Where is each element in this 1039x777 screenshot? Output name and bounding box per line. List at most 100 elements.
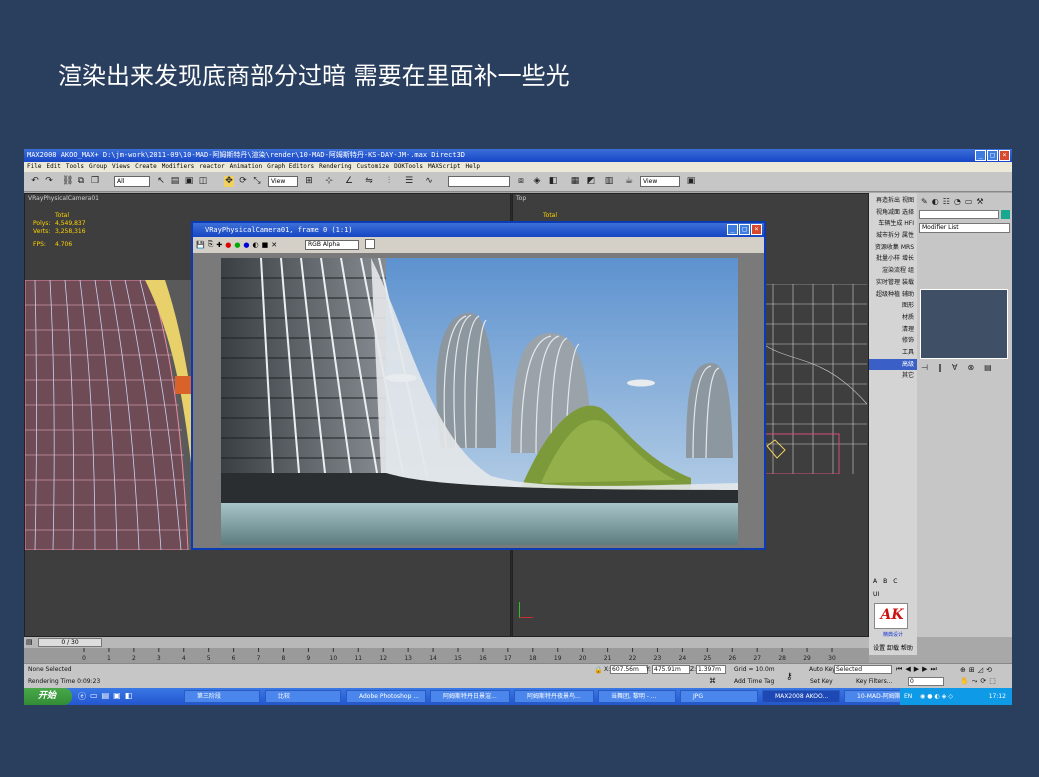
region-select-icon[interactable]: ▣ <box>184 176 194 187</box>
remove-modifier-icon[interactable]: ⊗ <box>967 363 974 372</box>
zoom-icon[interactable]: ⊕ <box>960 666 966 674</box>
selection-filter-dropdown[interactable]: All <box>114 176 150 187</box>
object-color-swatch[interactable] <box>1001 210 1010 219</box>
menu-graph-editors[interactable]: Graph Editors <box>267 162 314 172</box>
reference-coordinate-dropdown[interactable]: View <box>268 176 298 187</box>
orbit-icon[interactable]: ⟲ <box>986 666 992 674</box>
cn-item[interactable]: 批量小样 增长 <box>869 253 917 265</box>
cn-item-selected[interactable]: 高级 <box>869 358 917 371</box>
time-slider[interactable]: ▤ 0 / 30 <box>24 637 869 648</box>
cn-item[interactable]: 车辆生成 HFI <box>869 218 917 230</box>
mini-curve-icon[interactable]: ▤ <box>26 638 35 647</box>
channel-dropdown[interactable]: RGB Alpha <box>305 240 359 250</box>
camera-viewport-label[interactable]: VRayPhysicalCamera01 <box>28 195 99 202</box>
top-viewport-label[interactable]: Top <box>516 195 526 202</box>
quicklaunch-adobe-icon[interactable]: ▣ <box>113 691 121 702</box>
select-icon[interactable]: ↖ <box>156 176 166 187</box>
key-mode-dropdown[interactable]: Selected <box>834 665 892 674</box>
x-coordinate-field[interactable]: 607.56m <box>610 665 648 674</box>
menu-animation[interactable]: Animation <box>230 162 263 172</box>
prev-frame-icon[interactable]: ◀ <box>905 665 910 674</box>
arc-rotate-icon[interactable]: ⟳ <box>980 677 986 686</box>
task-3dsmax[interactable]: MAX2008 AKOO... <box>762 690 840 703</box>
show-end-result-icon[interactable]: ‖ <box>938 363 942 372</box>
object-name-field[interactable] <box>919 210 999 219</box>
vray-frame-buffer-window[interactable]: VRayPhysicalCamera01, frame 0 (1:1) _ □ … <box>191 221 766 550</box>
make-unique-icon[interactable]: ∀ <box>952 363 957 372</box>
auto-key-button[interactable]: Auto Key <box>809 666 836 673</box>
start-button[interactable]: 开始 <box>24 688 72 705</box>
next-frame-icon[interactable]: ▶ <box>922 665 927 674</box>
menu-file[interactable]: File <box>27 162 41 172</box>
cn-tab-c[interactable]: C <box>893 578 897 585</box>
menu-create[interactable]: Create <box>135 162 157 172</box>
color-swatch[interactable] <box>365 239 375 249</box>
menu-customize[interactable]: Customize <box>357 162 390 172</box>
walk-icon[interactable]: ⤳ <box>972 677 978 686</box>
mono-icon[interactable]: ■ <box>262 241 269 249</box>
task-photoshop[interactable]: Adobe Photoshop ... <box>346 690 426 703</box>
snap-icon[interactable]: ⊹ <box>324 176 334 187</box>
set-key-button[interactable]: Set Key <box>810 678 833 685</box>
cn-item[interactable]: 城市拆分 属性 <box>869 230 917 242</box>
cn-item[interactable]: 清理 <box>869 324 917 336</box>
pivot-icon[interactable]: ⊞ <box>304 176 314 187</box>
teapot-icon[interactable]: ☕ <box>624 176 634 187</box>
material-editor-icon[interactable]: ◈ <box>532 176 542 187</box>
current-frame-field[interactable]: 0 <box>908 677 944 686</box>
menu-modifiers[interactable]: Modifiers <box>162 162 195 172</box>
render-production-icon[interactable]: ▣ <box>686 176 696 187</box>
menu-views[interactable]: Views <box>112 162 130 172</box>
cn-item[interactable]: 资源收集 MRS <box>869 242 917 254</box>
vfb-save-icon[interactable]: 💾 <box>196 241 205 249</box>
named-selection-field[interactable] <box>448 176 510 187</box>
app-titlebar[interactable]: MAX2008 AKOO_MAX+ D:\jm-work\2011-09\10-… <box>24 149 1012 162</box>
lock-selection-icon[interactable]: 🔒 <box>594 666 603 674</box>
task-folder-third-stage[interactable]: 第三阶段 <box>184 690 260 703</box>
cn-item[interactable]: 实时管理 装载 <box>869 277 917 289</box>
red-channel-icon[interactable]: ● <box>225 241 231 249</box>
redo-icon[interactable]: ↷ <box>44 176 54 187</box>
menu-rendering[interactable]: Rendering <box>319 162 352 172</box>
curve-editor-icon[interactable]: ∿ <box>424 176 434 187</box>
quicklaunch-explorer-icon[interactable]: ▤ <box>102 691 110 702</box>
task-folder-compare[interactable]: 比较 <box>265 690 341 703</box>
menu-reactor[interactable]: reactor <box>199 162 224 172</box>
render-frame-icon[interactable]: ▦ <box>570 176 580 187</box>
motion-tab-icon[interactable]: ◔ <box>954 197 961 206</box>
render-view-dropdown[interactable]: View <box>640 176 680 187</box>
cn-item[interactable]: 工具 <box>869 347 917 359</box>
field-of-view-icon[interactable]: ◿ <box>978 666 983 674</box>
cn-bottom-links[interactable]: 设置 卸载 帮助 <box>869 643 917 652</box>
modifier-list-dropdown[interactable]: Modifier List <box>919 223 1010 233</box>
vfb-clone-icon[interactable]: ✚ <box>216 241 222 249</box>
angle-snap-icon[interactable]: ∠ <box>344 176 354 187</box>
menu-maxscript[interactable]: MAXScript <box>428 162 461 172</box>
render-setup-icon[interactable]: ◧ <box>548 176 558 187</box>
render-type-icon[interactable]: ▥ <box>604 176 614 187</box>
play-icon[interactable]: ▶ <box>914 665 919 674</box>
z-coordinate-field[interactable]: 1.397m <box>696 665 726 674</box>
task-day-render[interactable]: 阿姆斯特丹日景渲... <box>430 690 510 703</box>
modifier-stack[interactable] <box>920 289 1008 359</box>
task-night-render[interactable]: 阿姆斯特丹夜景鸟... <box>514 690 594 703</box>
schematic-icon[interactable]: ⧈ <box>516 176 526 187</box>
time-slider-thumb[interactable]: 0 / 30 <box>38 638 102 647</box>
set-key-icon[interactable]: ⚷ <box>786 672 793 682</box>
menu-group[interactable]: Group <box>89 162 107 172</box>
track-bar[interactable]: 0 1 2 3 4 5 6 7 8 9 10 11 12 13 14 15 16 17 18 19 20 21 22 23 24… <box>24 648 869 663</box>
alpha-channel-icon[interactable]: ◐ <box>253 241 259 249</box>
add-time-tag[interactable]: Add Time Tag <box>734 678 774 685</box>
close-button[interactable]: × <box>999 150 1010 161</box>
cn-item[interactable]: 修饰 <box>869 335 917 347</box>
cn-item[interactable]: 渲染流程 组 <box>869 265 917 277</box>
scale-icon[interactable]: ⤡ <box>252 176 262 187</box>
y-coordinate-field[interactable]: 475.91m <box>652 665 690 674</box>
undo-icon[interactable]: ↶ <box>30 176 40 187</box>
cn-tab-a[interactable]: A <box>873 578 877 585</box>
maximize-viewport-icon[interactable]: ⬚ <box>989 677 996 686</box>
align-icon[interactable]: ⫶ <box>384 176 394 187</box>
cn-item[interactable]: 材质 <box>869 312 917 324</box>
quicklaunch-desktop-icon[interactable]: ▭ <box>90 691 98 702</box>
maximize-button[interactable]: □ <box>987 150 998 161</box>
